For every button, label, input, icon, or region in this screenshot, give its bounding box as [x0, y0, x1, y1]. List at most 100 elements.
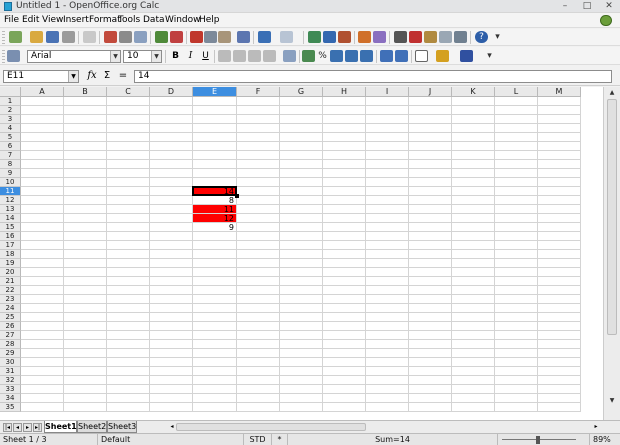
chevron-down-icon[interactable]: ▼ [110, 51, 120, 62]
row-header-25[interactable]: 25 [0, 313, 21, 322]
delete-decimal-icon[interactable] [360, 50, 373, 62]
cell-e12[interactable]: 8 [193, 196, 236, 205]
undo-icon[interactable] [258, 31, 271, 43]
row-header-7[interactable]: 7 [0, 151, 21, 160]
row-header-28[interactable]: 28 [0, 340, 21, 349]
row-header-17[interactable]: 17 [0, 241, 21, 250]
copy-icon[interactable] [204, 31, 217, 43]
percent-format-icon[interactable]: % [316, 50, 329, 62]
open-icon[interactable] [30, 31, 43, 43]
sheet-tab-2[interactable]: Sheet2 [77, 421, 107, 433]
row-header-1[interactable]: 1 [0, 97, 21, 106]
font-color-icon[interactable] [460, 50, 473, 62]
column-header-h[interactable]: H [323, 87, 366, 97]
prev-sheet-icon[interactable]: ◂ [13, 423, 22, 432]
gallery-icon[interactable] [424, 31, 437, 43]
underline-icon[interactable]: U [199, 50, 212, 62]
new-document-icon[interactable] [9, 31, 22, 43]
menu-window[interactable]: Window [165, 13, 201, 28]
row-header-30[interactable]: 30 [0, 358, 21, 367]
column-header-m[interactable]: M [538, 87, 581, 97]
align-right-icon[interactable] [248, 50, 261, 62]
next-sheet-icon[interactable]: ▸ [23, 423, 32, 432]
standard-format-icon[interactable] [330, 50, 343, 62]
menu-tools[interactable]: Tools [118, 13, 140, 28]
toolbar-grip[interactable] [2, 50, 5, 63]
row-header-22[interactable]: 22 [0, 286, 21, 295]
row-header-16[interactable]: 16 [0, 232, 21, 241]
paste-icon[interactable] [218, 31, 231, 43]
row-header-11[interactable]: 11 [0, 187, 21, 196]
row-header-10[interactable]: 10 [0, 178, 21, 187]
bold-icon[interactable]: B [169, 50, 182, 62]
find-replace-icon[interactable] [394, 31, 407, 43]
align-left-icon[interactable] [218, 50, 231, 62]
help-icon[interactable]: ? [475, 31, 488, 43]
row-header-21[interactable]: 21 [0, 277, 21, 286]
column-header-k[interactable]: K [452, 87, 495, 97]
zoom-level[interactable]: 89% [590, 434, 620, 445]
spreadsheet-grid[interactable]: A B C D E F G H I J K L M 1 2 3 4 5 6 7 8 9 10 11 12 13 14 15 16 17 18… [0, 87, 603, 420]
sort-descending-icon[interactable] [338, 31, 351, 43]
scroll-up-icon[interactable]: ▲ [607, 88, 617, 98]
row-header-3[interactable]: 3 [0, 115, 21, 124]
align-center-icon[interactable] [233, 50, 246, 62]
cell-e13[interactable]: 11 [193, 205, 236, 214]
cell-e15[interactable]: 9 [193, 223, 236, 232]
close-icon[interactable]: ✕ [598, 0, 620, 13]
row-header-15[interactable]: 15 [0, 223, 21, 232]
chart-icon[interactable] [358, 31, 371, 43]
selection-mode[interactable]: STD [244, 434, 272, 445]
row-header-34[interactable]: 34 [0, 394, 21, 403]
redo-icon[interactable] [280, 31, 293, 43]
column-header-b[interactable]: B [64, 87, 107, 97]
increase-indent-icon[interactable] [395, 50, 408, 62]
row-header-14[interactable]: 14 [0, 214, 21, 223]
currency-format-icon[interactable] [302, 50, 315, 62]
font-size-combo[interactable]: 10 ▼ [123, 50, 162, 63]
column-header-g[interactable]: G [280, 87, 323, 97]
toolbar-grip[interactable] [2, 31, 5, 44]
function-icon[interactable]: = [117, 70, 129, 82]
export-pdf-icon[interactable] [104, 31, 117, 43]
column-header-d[interactable]: D [150, 87, 193, 97]
zoom-icon[interactable] [454, 31, 467, 43]
minimize-icon[interactable]: – [554, 0, 576, 13]
last-sheet-icon[interactable]: ▸| [33, 423, 42, 432]
add-decimal-icon[interactable] [345, 50, 358, 62]
email-icon[interactable] [62, 31, 75, 43]
horizontal-scroll-thumb[interactable] [176, 423, 366, 431]
toolbar-options-icon[interactable]: ▾ [491, 31, 504, 43]
page-preview-icon[interactable] [134, 31, 147, 43]
horizontal-scrollbar[interactable]: ◂ ▸ [168, 422, 600, 432]
menu-edit[interactable]: Edit [22, 13, 39, 28]
maximize-icon[interactable]: □ [576, 0, 598, 13]
merge-cells-icon[interactable] [283, 50, 296, 62]
borders-icon[interactable] [415, 50, 428, 62]
edit-file-icon[interactable] [83, 31, 96, 43]
update-notification-icon[interactable] [600, 15, 612, 26]
column-header-c[interactable]: C [107, 87, 150, 97]
row-header-29[interactable]: 29 [0, 349, 21, 358]
row-header-24[interactable]: 24 [0, 304, 21, 313]
scroll-left-icon[interactable]: ◂ [168, 422, 176, 432]
function-wizard-icon[interactable]: fx [86, 70, 98, 82]
row-header-6[interactable]: 6 [0, 142, 21, 151]
cell-e11[interactable]: 14 [192, 186, 239, 198]
sheet-tab-3[interactable]: Sheet3 [107, 421, 137, 433]
cut-icon[interactable] [190, 31, 203, 43]
sort-ascending-icon[interactable] [323, 31, 336, 43]
row-header-9[interactable]: 9 [0, 169, 21, 178]
italic-icon[interactable]: I [184, 50, 197, 62]
row-header-26[interactable]: 26 [0, 322, 21, 331]
cell-e14[interactable]: 12 [193, 214, 236, 223]
column-header-l[interactable]: L [495, 87, 538, 97]
column-header-e[interactable]: E [193, 87, 237, 97]
column-header-f[interactable]: F [237, 87, 280, 97]
menu-help[interactable]: Help [199, 13, 220, 28]
scroll-right-icon[interactable]: ▸ [592, 422, 600, 432]
autospellcheck-icon[interactable] [170, 31, 183, 43]
hyperlink-icon[interactable] [308, 31, 321, 43]
data-sources-icon[interactable] [439, 31, 452, 43]
row-header-23[interactable]: 23 [0, 295, 21, 304]
